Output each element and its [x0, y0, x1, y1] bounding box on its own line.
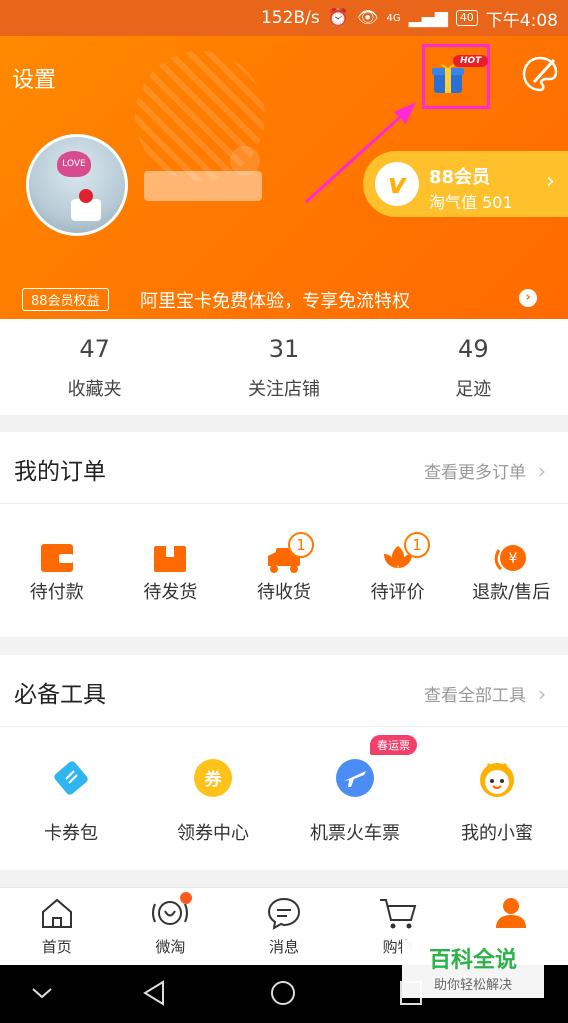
order-label: 待评价 [370, 582, 425, 603]
tab-messages[interactable]: 消息 [227, 888, 341, 965]
tab-weitao[interactable]: 微淘 [114, 888, 228, 965]
receipt-count-badge: 1 [288, 532, 314, 558]
chevron-right-icon: › [538, 459, 546, 483]
home-icon [41, 898, 72, 928]
assistant-icon [480, 763, 514, 797]
profile-icon [496, 898, 527, 928]
settings-link[interactable]: 设置 [12, 62, 56, 94]
notification-dot [179, 892, 192, 904]
order-refund[interactable]: ¥ 退款/售后 [454, 542, 568, 604]
stat-followed-shops[interactable]: 31 关注店铺 [189, 319, 378, 415]
chevron-down-icon[interactable] [30, 983, 54, 1003]
battery-icon: 40 [455, 10, 478, 26]
order-label: 退款/售后 [472, 582, 551, 603]
watermark-logo: 百科全说 助你轻松解决 [402, 940, 544, 998]
orders-grid: 待付款 待发货 待收货 待评价 ¥ 退款/售后 [0, 504, 568, 604]
arrow-right-circle-icon[interactable]: › [519, 289, 537, 307]
refund-icon: ¥ [494, 545, 527, 571]
order-pending-payment[interactable]: 待付款 [0, 542, 114, 604]
wallet-icon [40, 544, 73, 572]
gift-button-highlight[interactable]: HOT [422, 44, 490, 109]
stat-value: 49 [458, 335, 489, 363]
home-button-icon[interactable] [269, 979, 297, 1007]
view-all-tools-label: 查看全部工具 [424, 686, 526, 706]
benefit-tag: 88会员权益 [22, 288, 109, 311]
watermark-title: 百科全说 [428, 948, 517, 973]
order-label: 待付款 [29, 582, 84, 603]
stat-label: 收藏夹 [67, 379, 122, 400]
back-icon[interactable] [141, 979, 167, 1007]
stat-value: 47 [79, 335, 110, 363]
order-pending-review[interactable]: 待评价 [341, 542, 455, 604]
network-speed: 152B/s [260, 8, 320, 28]
tool-tickets[interactable]: 机票火车票 [284, 757, 426, 845]
tab-label: 首页 [41, 938, 72, 956]
svg-text:¥: ¥ [509, 551, 518, 567]
view-all-orders-link[interactable]: 查看更多订单 › [424, 458, 546, 483]
stat-label: 关注店铺 [247, 379, 320, 400]
view-all-orders-label: 查看更多订单 [424, 463, 526, 483]
username-blurred [144, 171, 262, 201]
avatar[interactable]: LOVE [26, 134, 128, 236]
stat-value: 31 [268, 335, 300, 363]
alarm-icon: ⏰ [327, 8, 349, 28]
plane-icon [336, 759, 374, 797]
tool-card-wallet[interactable]: 卡券包 [0, 757, 142, 845]
order-label: 待发货 [143, 582, 198, 603]
tool-label: 我的小蜜 [461, 823, 533, 844]
chevron-right-icon: › [538, 682, 546, 706]
vip-title: 88会员 [429, 167, 491, 188]
review-count-badge: 1 [404, 532, 430, 558]
order-pending-receipt[interactable]: 待收货 [227, 542, 341, 604]
benefit-banner-text[interactable]: 阿里宝卡免费体验，专享免流特权 [140, 287, 410, 313]
package-icon [154, 546, 187, 572]
chevron-right-icon: › [546, 169, 555, 194]
stat-footprints[interactable]: 49 足迹 [379, 319, 568, 415]
network-type: 4G [386, 12, 401, 24]
vip-points: 淘气值 501 [429, 193, 513, 212]
spring-festival-badge: 春运票 [370, 735, 417, 755]
orders-card: 我的订单 查看更多订单 › 待付款 待发货 待收货 待评价 ¥ 退款/售后 [0, 432, 568, 637]
tools-header: 必备工具 查看全部工具 › [0, 655, 568, 727]
tab-label: 微淘 [155, 938, 186, 956]
avatar-heart: LOVE [57, 151, 91, 177]
watermark-subtitle: 助你轻松解决 [433, 978, 512, 993]
tool-label: 机票火车票 [310, 823, 400, 844]
profile-header: 设置 HOT LOVE v 88会员 淘气值 501 › 88会员权益 阿里宝卡… [0, 36, 568, 319]
signal-icon: ▂▄▆ [408, 8, 448, 28]
vip-membership-card[interactable]: v 88会员 淘气值 501 › [363, 151, 568, 217]
order-label: 待收货 [256, 582, 311, 603]
order-pending-shipment[interactable]: 待发货 [114, 542, 228, 604]
view-all-tools-link[interactable]: 查看全部工具 › [424, 681, 546, 706]
tool-coupon-center[interactable]: 券 领券中心 [142, 757, 284, 845]
tool-label: 领券中心 [177, 823, 249, 844]
tool-label: 卡券包 [44, 823, 98, 844]
cart-icon [379, 899, 416, 929]
stats-row: 47 收藏夹 31 关注店铺 49 足迹 [0, 319, 568, 415]
palette-icon[interactable] [520, 54, 560, 94]
tool-assistant[interactable]: 我的小蜜 [426, 757, 568, 845]
hot-badge: HOT [453, 55, 489, 67]
status-bar: 152B/s ⏰ 👁 4G ▂▄▆ 40 下午4:08 [0, 0, 568, 36]
avatar-berry [79, 189, 93, 203]
clock: 下午4:08 [485, 10, 558, 31]
orders-title: 我的订单 [14, 459, 106, 485]
orders-header: 我的订单 查看更多订单 › [0, 432, 568, 504]
coupon-icon-text: 券 [204, 770, 222, 790]
tab-label: 消息 [268, 938, 299, 956]
stat-label: 足迹 [455, 379, 492, 400]
tools-grid: 卡券包 券 领券中心 机票火车票 我的小蜜 [0, 727, 568, 845]
vip-logo-icon: v [375, 162, 419, 206]
ticket-icon [54, 761, 88, 795]
message-icon [267, 897, 300, 930]
stat-favorites[interactable]: 47 收藏夹 [0, 319, 189, 415]
tools-title: 必备工具 [14, 682, 106, 708]
eye-icon: 👁 [356, 8, 379, 28]
tab-home[interactable]: 首页 [0, 888, 114, 965]
tools-card: 必备工具 查看全部工具 › 卡券包 券 领券中心 机票火车票 我的小蜜 [0, 655, 568, 870]
